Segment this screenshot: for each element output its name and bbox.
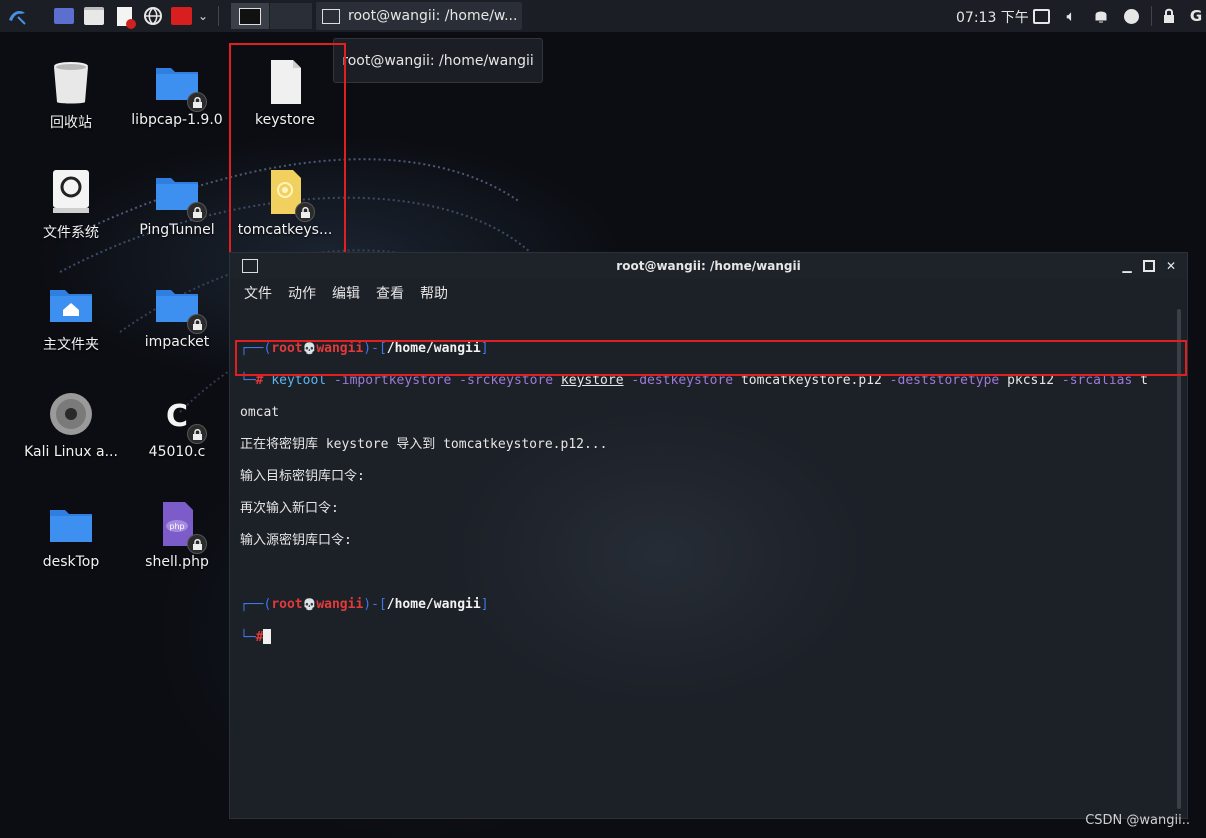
lock-icon bbox=[187, 202, 207, 222]
top-panel: ⌄ root@wangii: /home/w... 07:13 下午 🔈︎ G bbox=[0, 0, 1206, 32]
close-icon[interactable]: ✕ bbox=[1164, 259, 1178, 273]
annotation-box-keystore-files bbox=[229, 43, 346, 258]
text-cursor bbox=[263, 629, 272, 644]
output-line: 正在将密钥库 keystore 导入到 tomcatkeystore.p12..… bbox=[240, 437, 608, 452]
maximize-icon[interactable] bbox=[1142, 259, 1156, 273]
output-line: 输入目标密钥库口令: bbox=[240, 469, 365, 484]
svg-text:php: php bbox=[169, 522, 184, 531]
menu-file[interactable]: 文件 bbox=[244, 283, 272, 303]
desktop-icon-pingtunnel[interactable]: PingTunnel bbox=[122, 168, 232, 238]
file-manager-icon[interactable] bbox=[82, 4, 106, 28]
desktop-icon-trash[interactable]: 回收站 bbox=[16, 58, 126, 132]
taskbar-item-title: root@wangii: /home/w... bbox=[348, 8, 518, 24]
lock-icon bbox=[187, 534, 207, 554]
desktop-icon-label: libpcap-1.9.0 bbox=[131, 112, 223, 128]
desktop-icon-desktop-folder[interactable]: deskTop bbox=[16, 500, 126, 570]
desktop-icon-shell-php[interactable]: php shell.php bbox=[122, 500, 232, 570]
terminal-output[interactable]: ┌──(root💀wangii)-[/home/wangii] └─# keyt… bbox=[240, 325, 1170, 805]
annotation-box-command bbox=[235, 340, 1187, 376]
desktop-icon-label: Kali Linux a... bbox=[24, 444, 118, 460]
clock[interactable]: 07:13 下午 bbox=[956, 7, 1029, 27]
folder-icon bbox=[153, 280, 207, 334]
desktop-icon-impacket[interactable]: impacket bbox=[122, 280, 232, 350]
c-file-icon: C bbox=[153, 390, 207, 444]
desktop-icon-label: impacket bbox=[144, 334, 210, 350]
drive-icon bbox=[47, 168, 95, 216]
lock-screen-icon[interactable] bbox=[1161, 4, 1177, 28]
terminal-menubar: 文件 动作 编辑 查看 帮助 bbox=[230, 279, 1187, 307]
desktop-icon-label: 文件系统 bbox=[43, 225, 99, 241]
logout-icon[interactable]: G bbox=[1188, 4, 1204, 28]
menu-view[interactable]: 查看 bbox=[376, 283, 404, 303]
command-line-wrap: omcat bbox=[240, 405, 280, 420]
desktop-icon-label: deskTop bbox=[42, 554, 100, 570]
desktop-icon-home[interactable]: 主文件夹 bbox=[16, 280, 126, 354]
trash-icon bbox=[47, 58, 95, 106]
browser-icon[interactable] bbox=[141, 4, 165, 28]
disc-icon bbox=[47, 390, 95, 438]
php-file-icon: php bbox=[153, 500, 207, 554]
minimize-icon[interactable]: ▁ bbox=[1120, 259, 1134, 273]
menu-actions[interactable]: 动作 bbox=[288, 283, 316, 303]
home-folder-icon bbox=[47, 280, 95, 328]
desktop-icon-label: 回收站 bbox=[50, 115, 92, 131]
text-editor-icon[interactable] bbox=[112, 4, 136, 29]
svg-text:C: C bbox=[166, 399, 188, 434]
show-desktop-icon[interactable] bbox=[52, 4, 76, 28]
folder-icon bbox=[153, 168, 207, 222]
workspace-1-button[interactable] bbox=[231, 3, 269, 29]
desktop-icon-label: 45010.c bbox=[148, 444, 206, 460]
folder-icon bbox=[47, 500, 95, 548]
workspace-2-button[interactable] bbox=[270, 3, 312, 29]
output-line: 再次输入新口令: bbox=[240, 501, 339, 516]
terminal-scrollbar[interactable] bbox=[1177, 309, 1181, 809]
menu-edit[interactable]: 编辑 bbox=[332, 283, 360, 303]
notification-area-icon[interactable] bbox=[1032, 4, 1050, 28]
desktop-icon-filesystem[interactable]: 文件系统 bbox=[16, 168, 126, 242]
terminal-icon bbox=[322, 8, 340, 24]
desktop-icon-label: shell.php bbox=[145, 554, 209, 570]
taskbar-terminal-item[interactable]: root@wangii: /home/w... bbox=[316, 2, 522, 30]
kali-menu-icon[interactable] bbox=[4, 4, 30, 28]
terminal-window[interactable]: root@wangii: /home/wangii ▁ ✕ 文件 动作 编辑 查… bbox=[229, 252, 1188, 819]
desktop-icon-45010c[interactable]: C 45010.c bbox=[122, 390, 232, 460]
volume-icon[interactable]: 🔈︎ bbox=[1062, 4, 1080, 28]
lock-icon bbox=[187, 424, 207, 444]
prompt-line-2: ┌──(root💀wangii)-[/home/wangii] bbox=[240, 597, 489, 612]
desktop-icon-libpcap[interactable]: libpcap-1.9.0 bbox=[122, 58, 232, 128]
folder-icon bbox=[153, 58, 207, 112]
desktop-icon-label: 主文件夹 bbox=[43, 337, 99, 353]
input-line[interactable]: └─# bbox=[240, 629, 1170, 646]
bell-icon[interactable] bbox=[1092, 4, 1110, 28]
desktop-icon-kali-disc[interactable]: Kali Linux a... bbox=[16, 390, 126, 460]
watermark: CSDN @wangii.. bbox=[1085, 813, 1190, 828]
desktop-icon-label: PingTunnel bbox=[139, 222, 215, 238]
terminal-titlebar[interactable]: root@wangii: /home/wangii ▁ ✕ bbox=[230, 253, 1187, 279]
taskbar-tooltip: root@wangii: /home/wangii bbox=[333, 38, 543, 83]
lock-icon bbox=[187, 314, 207, 334]
menu-help[interactable]: 帮助 bbox=[420, 283, 448, 303]
output-line: 输入源密钥库口令: bbox=[240, 533, 352, 548]
lock-icon bbox=[187, 92, 207, 112]
app-launcher-icon[interactable] bbox=[169, 4, 193, 28]
power-manager-icon[interactable] bbox=[1122, 4, 1140, 28]
terminal-title: root@wangii: /home/wangii bbox=[616, 259, 801, 273]
chevron-down-icon[interactable]: ⌄ bbox=[195, 4, 211, 28]
